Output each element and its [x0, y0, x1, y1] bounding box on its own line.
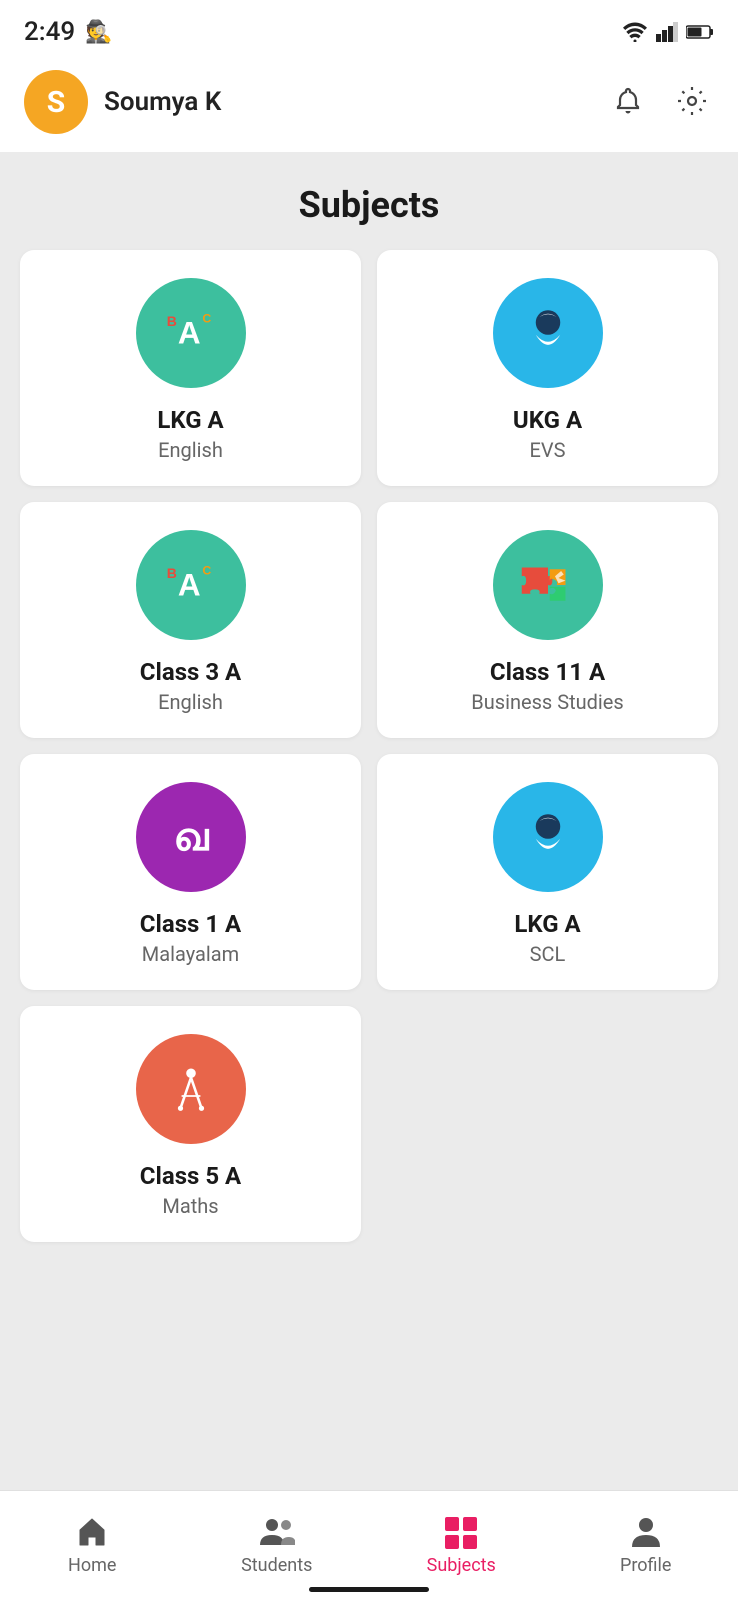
- battery-icon: [686, 24, 714, 40]
- subject-card-7[interactable]: Class 5 A Maths: [20, 1006, 361, 1242]
- subject-card-1[interactable]: A B C LKG A English: [20, 250, 361, 486]
- subject-class-7: Class 5 A: [140, 1162, 241, 1190]
- subject-name-1: English: [158, 438, 223, 462]
- subject-name-2: EVS: [530, 438, 566, 462]
- svg-text:C: C: [202, 312, 211, 326]
- nav-label-students: Students: [241, 1555, 312, 1576]
- bottom-nav: Home Students Subjects Profile: [0, 1490, 738, 1600]
- home-icon: [75, 1515, 109, 1549]
- subject-class-1: LKG A: [157, 406, 223, 434]
- malayalam-icon: ഖ: [156, 802, 226, 872]
- nav-item-profile[interactable]: Profile: [554, 1505, 738, 1586]
- subject-card-4[interactable]: Class 11 A Business Studies: [377, 502, 718, 738]
- english-icon: A B C: [156, 298, 226, 368]
- subject-icon-5: ഖ: [136, 782, 246, 892]
- subject-name-6: SCL: [530, 942, 566, 966]
- gear-icon: [676, 85, 708, 117]
- status-bar: 2:49 🕵: [0, 0, 738, 56]
- profile-icon: [630, 1515, 662, 1549]
- avatar: S: [24, 70, 88, 134]
- subject-icon-1: A B C: [136, 278, 246, 388]
- svg-text:A: A: [177, 315, 200, 351]
- subject-class-5: Class 1 A: [140, 910, 241, 938]
- nav-label-home: Home: [68, 1555, 116, 1576]
- subject-card-6[interactable]: LKG A SCL: [377, 754, 718, 990]
- subject-name-3: English: [158, 690, 223, 714]
- english2-icon: A B C: [156, 550, 226, 620]
- students-icon: [259, 1515, 295, 1549]
- nav-item-students[interactable]: Students: [185, 1505, 370, 1586]
- svg-text:ഖ: ഖ: [173, 817, 210, 859]
- wifi-icon: [622, 22, 648, 42]
- subject-class-4: Class 11 A: [490, 658, 605, 686]
- bell-icon: [612, 85, 644, 117]
- subject-icon-6: [493, 782, 603, 892]
- business-icon: [513, 550, 583, 620]
- scl-icon: [513, 802, 583, 872]
- nav-label-profile: Profile: [620, 1555, 671, 1576]
- subjects-icon: [443, 1515, 479, 1549]
- page-title: Subjects: [0, 152, 738, 250]
- nav-label-subjects: Subjects: [427, 1555, 496, 1576]
- header: S Soumya K: [0, 56, 738, 152]
- subject-name-4: Business Studies: [471, 690, 623, 714]
- subject-card-3[interactable]: A B C Class 3 A English: [20, 502, 361, 738]
- spy-icon: 🕵: [85, 20, 112, 45]
- subject-card-5[interactable]: ഖ Class 1 A Malayalam: [20, 754, 361, 990]
- bell-button[interactable]: [606, 79, 650, 126]
- bottom-indicator: [309, 1587, 429, 1592]
- user-name: Soumya K: [104, 87, 590, 117]
- svg-text:C: C: [202, 564, 211, 578]
- subject-icon-3: A B C: [136, 530, 246, 640]
- subject-icon-2: [493, 278, 603, 388]
- subject-class-3: Class 3 A: [140, 658, 241, 686]
- nav-item-subjects[interactable]: Subjects: [369, 1505, 554, 1586]
- nav-item-home[interactable]: Home: [0, 1505, 185, 1586]
- subject-icon-7: [136, 1034, 246, 1144]
- subject-name-7: Maths: [162, 1194, 218, 1218]
- settings-button[interactable]: [670, 79, 714, 126]
- svg-text:A: A: [177, 567, 200, 603]
- status-icons: [622, 22, 714, 42]
- subject-class-2: UKG A: [513, 406, 582, 434]
- status-time: 2:49: [24, 17, 75, 47]
- subject-class-6: LKG A: [514, 910, 580, 938]
- subject-icon-4: [493, 530, 603, 640]
- evs-icon: [513, 298, 583, 368]
- main-content: Subjects A B C LKG A English: [0, 152, 738, 1490]
- signal-icon: [656, 22, 678, 42]
- subject-name-5: Malayalam: [142, 942, 239, 966]
- maths-icon: [156, 1054, 226, 1124]
- svg-text:B: B: [166, 565, 176, 581]
- subject-card-2[interactable]: UKG A EVS: [377, 250, 718, 486]
- header-icons: [606, 79, 714, 126]
- subjects-grid: A B C LKG A English UKG A EVS: [0, 250, 738, 1242]
- svg-text:B: B: [166, 313, 176, 329]
